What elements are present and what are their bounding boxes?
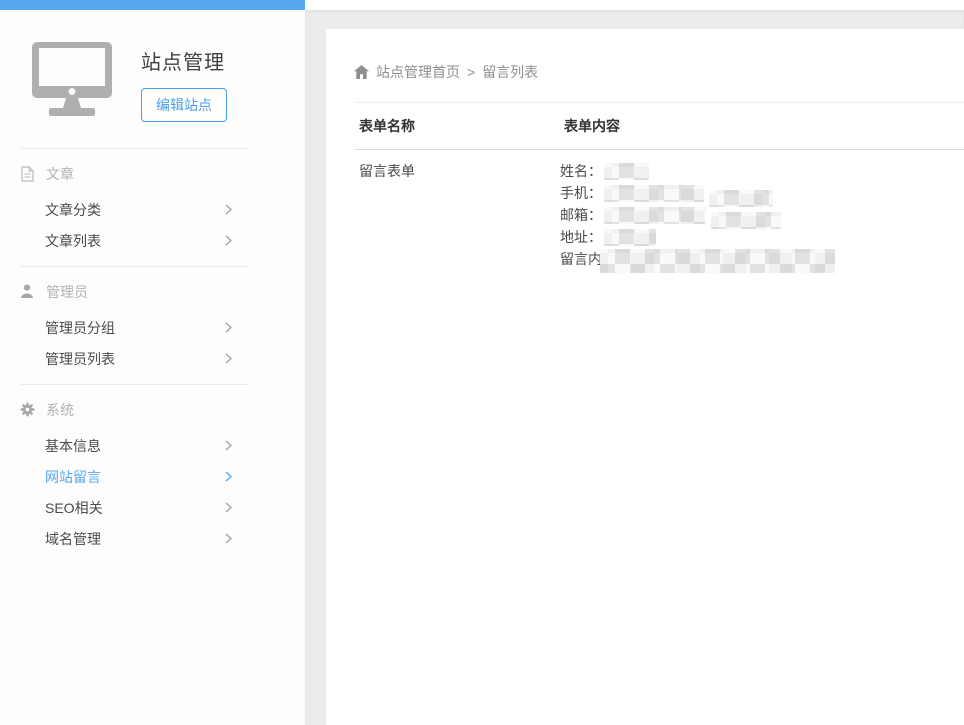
breadcrumb-current: 留言列表 xyxy=(482,62,538,82)
section-items: 管理员分组 管理员列表 xyxy=(0,312,305,374)
section-items: 基本信息 网站留言 SEO相关 xyxy=(0,430,305,554)
sidebar-item-admin-group[interactable]: 管理员分组 xyxy=(0,312,305,343)
table-header-row: 表单名称 表单内容 xyxy=(355,103,964,150)
chevron-right-icon xyxy=(225,471,232,482)
nav-section-article: 文章 文章分类 文章列表 xyxy=(0,148,305,256)
section-label: 管理员 xyxy=(46,282,88,302)
section-divider xyxy=(20,148,248,149)
redacted-value xyxy=(604,207,706,224)
edit-site-button[interactable]: 编辑站点 xyxy=(141,88,227,122)
user-icon xyxy=(20,284,35,300)
nav-section-admin: 管理员 管理员分组 管理员列表 xyxy=(0,266,305,374)
field-label: 手机： xyxy=(560,183,602,203)
form-name: 留言表单 xyxy=(355,160,560,182)
chevron-right-icon xyxy=(225,235,232,246)
field-label: 留言内 xyxy=(560,249,602,269)
field-message: 留言内 xyxy=(560,248,964,270)
section-label: 系统 xyxy=(46,400,74,420)
menu-item-label: 网站留言 xyxy=(45,467,101,487)
form-content-cell: 姓名： 手机： 邮箱： xyxy=(560,160,964,270)
field-address: 地址： xyxy=(560,226,964,248)
table-header-form-name: 表单名称 xyxy=(355,103,560,149)
chevron-right-icon xyxy=(225,204,232,215)
menu-item-label: SEO相关 xyxy=(45,498,103,518)
section-header-article: 文章 xyxy=(20,164,305,184)
redacted-value xyxy=(709,190,773,207)
section-items: 文章分类 文章列表 xyxy=(0,194,305,256)
content-background: 站点管理首页 > 留言列表 表单名称 表单内容 留言表单 xyxy=(305,10,964,725)
field-name: 姓名： xyxy=(560,160,964,182)
document-icon xyxy=(20,166,35,182)
monitor-icon xyxy=(30,40,117,118)
section-divider xyxy=(20,384,248,385)
site-management-app: 站点管理 编辑站点 xyxy=(0,0,964,725)
sidebar-nav: 文章 文章分类 文章列表 xyxy=(0,148,305,554)
section-header-system: 系统 xyxy=(20,400,305,420)
section-header-admin: 管理员 xyxy=(20,282,305,302)
sidebar-item-seo[interactable]: SEO相关 xyxy=(0,492,305,523)
menu-item-label: 管理员分组 xyxy=(45,318,115,338)
form-name-cell: 留言表单 xyxy=(355,160,560,270)
field-label: 姓名： xyxy=(560,161,602,181)
right-column: 站点管理首页 > 留言列表 表单名称 表单内容 留言表单 xyxy=(305,0,964,725)
section-divider xyxy=(20,266,248,267)
home-icon xyxy=(354,65,369,79)
section-label: 文章 xyxy=(46,164,74,184)
field-phone: 手机： xyxy=(560,182,964,204)
sidebar-item-admin-list[interactable]: 管理员列表 xyxy=(0,343,305,374)
chevron-right-icon xyxy=(225,440,232,451)
field-email: 邮箱： xyxy=(560,204,964,226)
sidebar-item-site-messages[interactable]: 网站留言 xyxy=(0,461,305,492)
menu-item-label: 文章列表 xyxy=(45,231,101,251)
site-title: 站点管理 xyxy=(141,46,227,75)
menu-item-label: 基本信息 xyxy=(45,436,101,456)
menu-item-label: 文章分类 xyxy=(45,200,101,220)
table-header-form-content: 表单内容 xyxy=(560,103,964,149)
field-label: 邮箱： xyxy=(560,205,602,225)
sidebar-item-basic-info[interactable]: 基本信息 xyxy=(0,430,305,461)
redacted-value xyxy=(604,163,649,180)
field-label: 地址： xyxy=(560,227,602,247)
chevron-right-icon xyxy=(225,353,232,364)
chevron-right-icon xyxy=(225,502,232,513)
sidebar-item-article-list[interactable]: 文章列表 xyxy=(0,225,305,256)
gear-icon xyxy=(20,402,35,418)
table-row: 留言表单 姓名： 手机： xyxy=(355,150,964,270)
message-table: 表单名称 表单内容 留言表单 姓名： xyxy=(355,102,964,270)
top-accent-bar xyxy=(0,0,305,10)
sidebar-item-domain[interactable]: 域名管理 xyxy=(0,523,305,554)
redacted-value xyxy=(604,229,656,246)
sidebar-item-article-category[interactable]: 文章分类 xyxy=(0,194,305,225)
top-strip xyxy=(305,0,964,10)
content-card: 站点管理首页 > 留言列表 表单名称 表单内容 留言表单 xyxy=(326,29,964,725)
redacted-value xyxy=(604,185,704,202)
redacted-value xyxy=(600,249,835,273)
nav-section-system: 系统 基本信息 网站留言 xyxy=(0,384,305,554)
breadcrumb-separator: > xyxy=(467,64,475,80)
menu-item-label: 域名管理 xyxy=(45,529,101,549)
sidebar: 站点管理 编辑站点 xyxy=(0,10,305,725)
site-header: 站点管理 编辑站点 xyxy=(0,10,305,122)
site-header-right: 站点管理 编辑站点 xyxy=(141,40,227,122)
redacted-value xyxy=(711,212,781,229)
breadcrumb: 站点管理首页 > 留言列表 xyxy=(354,62,964,82)
menu-item-label: 管理员列表 xyxy=(45,349,115,369)
left-column: 站点管理 编辑站点 xyxy=(0,0,305,725)
chevron-right-icon xyxy=(225,533,232,544)
chevron-right-icon xyxy=(225,322,232,333)
breadcrumb-home-link[interactable]: 站点管理首页 xyxy=(376,62,460,82)
